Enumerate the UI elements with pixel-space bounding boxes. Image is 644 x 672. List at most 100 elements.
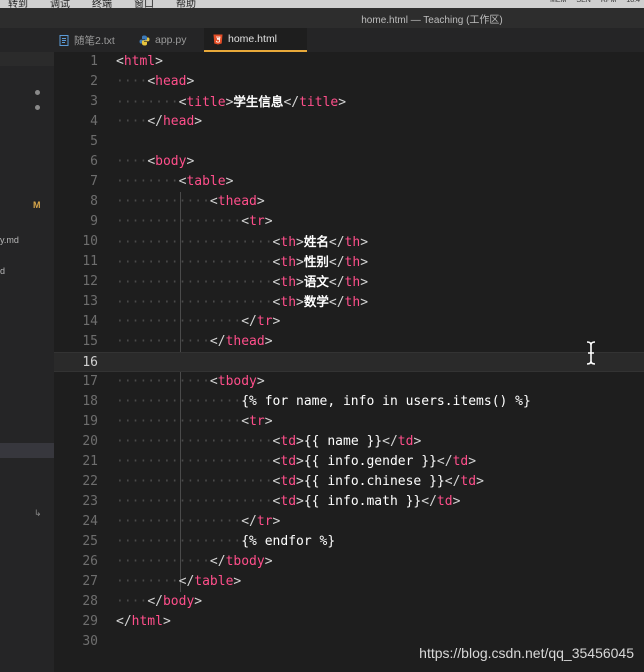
code-text: ········<table> [116, 174, 234, 189]
code-text: ····················<th>数学</th> [116, 294, 369, 310]
code-line[interactable]: 29 </html> [54, 612, 644, 632]
line-number: 18 [82, 394, 98, 409]
line-number: 10 [82, 234, 98, 249]
code-text: ····················<td>{{ info.math }}<… [116, 494, 461, 509]
code-line[interactable]: 15 ············</thead> [54, 332, 644, 352]
code-line[interactable]: 5 [54, 132, 644, 152]
sidebar-item-md-file[interactable]: y.md [0, 235, 19, 245]
code-line[interactable]: 8 ············<thead> [54, 192, 644, 212]
code-line[interactable]: 16 [54, 352, 644, 372]
line-number: 25 [82, 534, 98, 549]
code-line[interactable]: 28 ····</body> [54, 592, 644, 612]
sidebar-item-file[interactable]: d [0, 266, 5, 276]
line-number: 2 [90, 74, 98, 89]
system-menu-bar: 转到 调试 终端 窗口 帮助 MEM SEN RPM 18.4 [0, 0, 644, 8]
code-text: ····················<td>{{ info.gender }… [116, 454, 477, 469]
line-number: 3 [90, 94, 98, 109]
code-text: ····················<th>性别</th> [116, 254, 369, 270]
code-line[interactable]: 11 ····················<th>性别</th> [54, 252, 644, 272]
line-number: 29 [82, 614, 98, 629]
code-text: ················<tr> [116, 214, 273, 229]
code-line[interactable]: 2 ····<head> [54, 72, 644, 92]
code-line[interactable]: 13 ····················<th>数学</th> [54, 292, 644, 312]
code-line[interactable]: 23 ····················<td>{{ info.math }… [54, 492, 644, 512]
code-line[interactable]: 3 ········<title>学生信息</title> [54, 92, 644, 112]
line-number: 19 [82, 414, 98, 429]
status-item: 18.4 [626, 0, 640, 4]
code-text: ····<body> [116, 154, 195, 169]
line-number: 15 [82, 334, 98, 349]
code-line[interactable]: 18 ················{% for name, info in u… [54, 392, 644, 412]
menu-item[interactable]: 转到 [8, 0, 28, 8]
line-number: 11 [82, 254, 98, 269]
tab-label: app.py [155, 34, 187, 46]
modified-dot-icon [35, 105, 40, 110]
code-line[interactable]: 12 ····················<th>语文</th> [54, 272, 644, 292]
code-line[interactable]: 14 ················</tr> [54, 312, 644, 332]
code-text: ············<tbody> [116, 374, 265, 389]
status-item: SEN [576, 0, 591, 4]
code-text: ····</head> [116, 114, 203, 129]
code-line[interactable]: 22 ····················<td>{{ info.chines… [54, 472, 644, 492]
code-line[interactable]: 24 ················</tr> [54, 512, 644, 532]
line-number: 5 [90, 134, 98, 149]
line-number: 16 [82, 355, 98, 370]
code-line[interactable]: 19 ················<tr> [54, 412, 644, 432]
line-number: 8 [90, 194, 98, 209]
code-line[interactable]: 4 ····</head> [54, 112, 644, 132]
code-line[interactable]: 26 ············</tbody> [54, 552, 644, 572]
code-text: ····</body> [116, 594, 203, 609]
code-text: ················{% for name, info in use… [116, 394, 531, 409]
redirect-arrow-icon: ↳ [34, 508, 42, 518]
code-line[interactable]: 27 ········</table> [54, 572, 644, 592]
text-file-icon [58, 34, 69, 46]
status-item: RPM [600, 0, 617, 4]
sidebar-selected-row[interactable] [0, 443, 54, 458]
code-text: <html> [116, 54, 163, 69]
tab-label: home.html [228, 33, 278, 45]
code-text: ····················<td>{{ name }}</td> [116, 434, 422, 449]
code-text: ········<title>学生信息</title> [116, 94, 347, 110]
window-title: home.html — Teaching (工作区) [361, 15, 503, 26]
tab-suibi2-txt[interactable]: 随笔2.txt [58, 28, 115, 52]
line-number: 4 [90, 114, 98, 129]
code-text: ····················<th>姓名</th> [116, 234, 369, 250]
code-editor[interactable]: 1 <html> 2 ····<head> 3 ········<title>学生信息</… [54, 52, 644, 672]
code-line[interactable]: 25 ················{% endfor %} [54, 532, 644, 552]
line-number: 1 [90, 54, 98, 69]
menu-item[interactable]: 调试 [50, 0, 70, 8]
explorer-sidebar: M y.md d ↳ [0, 52, 54, 672]
code-line[interactable]: 7 ········<table> [54, 172, 644, 192]
code-text: ················<tr> [116, 414, 273, 429]
tab-home-html[interactable]: home.html [204, 28, 308, 52]
code-line[interactable]: 17 ············<tbody> [54, 372, 644, 392]
menu-item[interactable]: 终端 [92, 0, 112, 8]
line-number: 27 [82, 574, 98, 589]
code-text: ················</tr> [116, 314, 281, 329]
menu-item[interactable]: 帮助 [176, 0, 196, 8]
code-line[interactable]: 21 ····················<td>{{ info.gender… [54, 452, 644, 472]
line-number: 12 [82, 274, 98, 289]
window-titlebar: home.html — Teaching (工作区) [0, 8, 644, 28]
code-text: ············<thead> [116, 194, 265, 209]
line-number: 26 [82, 554, 98, 569]
git-modified-badge: M [33, 200, 41, 210]
editor-tab-strip: 随笔2.txt app.py home.html [0, 28, 644, 52]
tab-label: 随笔2.txt [74, 34, 115, 47]
line-number: 9 [90, 214, 98, 229]
tab-app-py[interactable]: app.py [139, 28, 187, 52]
line-number: 30 [82, 634, 98, 649]
menu-list: 转到 调试 终端 窗口 帮助 [8, 0, 196, 8]
code-line[interactable]: 9 ················<tr> [54, 212, 644, 232]
html5-icon [212, 34, 223, 45]
code-line[interactable]: 10 ····················<th>姓名</th> [54, 232, 644, 252]
code-line[interactable]: 1 <html> [54, 52, 644, 72]
line-number: 13 [82, 294, 98, 309]
code-line[interactable]: 20 ····················<td>{{ name }}</td… [54, 432, 644, 452]
line-number: 23 [82, 494, 98, 509]
code-text: ····················<td>{{ info.chinese … [116, 474, 484, 489]
menu-item[interactable]: 窗口 [134, 0, 154, 8]
line-number: 17 [82, 374, 98, 389]
code-line[interactable]: 6 ····<body> [54, 152, 644, 172]
line-number: 22 [82, 474, 98, 489]
